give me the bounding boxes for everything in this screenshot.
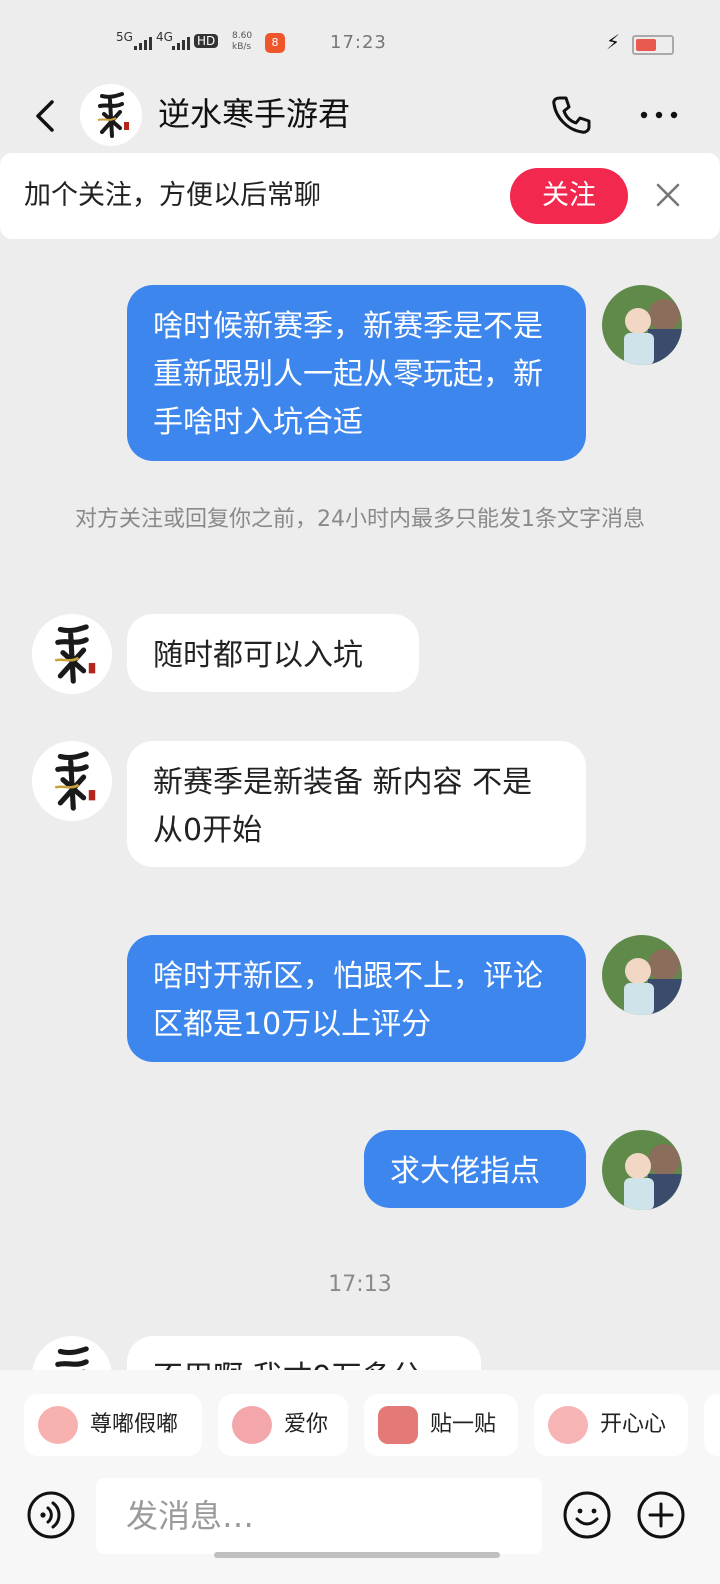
sticker-label: 爱你 — [284, 1412, 329, 1437]
battery-icon — [632, 35, 674, 55]
my-avatar[interactable] — [602, 1130, 682, 1210]
chat-header: 逆水寒手游君 — [0, 80, 720, 152]
sticker-chip[interactable]: 尊嘟假嘟 — [24, 1394, 202, 1456]
net-speed: 8.60 kB/s — [232, 31, 253, 52]
sticker-chip[interactable] — [704, 1394, 720, 1456]
contact-avatar-small[interactable] — [32, 741, 112, 821]
calligraphy-logo-icon — [32, 1336, 112, 1370]
close-icon — [656, 183, 680, 207]
more-actions-button[interactable] — [636, 1490, 686, 1540]
sticker-chip[interactable]: 贴一贴 — [364, 1394, 518, 1456]
contact-name: 逆水寒手游君 — [158, 95, 351, 133]
message-bubble-me[interactable]: 啥时开新区，怕跟不上，评论区都是10万以上评分 — [127, 935, 586, 1062]
user-photo-icon — [602, 935, 682, 1015]
clock: 17:23 — [330, 32, 387, 53]
contact-avatar[interactable] — [80, 84, 142, 146]
plus-icon — [637, 1491, 685, 1539]
sim1-label: 5G — [116, 30, 133, 44]
home-indicator[interactable] — [214, 1552, 500, 1558]
sticker-label: 贴一贴 — [430, 1412, 497, 1437]
sticker-suggestions: 尊嘟假嘟 爱你 贴一贴 开心心 — [0, 1394, 720, 1458]
voice-button[interactable] — [26, 1490, 76, 1540]
composer-area: 尊嘟假嘟 爱你 贴一贴 开心心 — [0, 1370, 720, 1584]
app-notification-icon: 8 — [265, 33, 285, 53]
close-follow-button[interactable] — [648, 175, 688, 215]
heart-pig-sticker-icon — [548, 1406, 588, 1444]
send-limit-notice: 对方关注或回复你之前，24小时内最多只能发1条文字消息 — [75, 507, 645, 532]
message-bubble-me[interactable]: 啥时候新赛季，新赛季是不是重新跟别人一起从零玩起，新手啥时入坑合适 — [127, 285, 586, 461]
voice-icon — [27, 1491, 75, 1539]
user-photo-icon — [602, 285, 682, 365]
bolt-icon: ⚡ — [606, 30, 621, 54]
call-button[interactable] — [548, 92, 594, 138]
message-bubble-them[interactable]: 随时都可以入坑 — [127, 614, 419, 692]
sticker-label: 开心心 — [600, 1412, 667, 1437]
message-timestamp: 17:13 — [328, 1272, 392, 1297]
emoji-button[interactable] — [562, 1490, 612, 1540]
user-photo-icon — [602, 1130, 682, 1210]
chat-clip-area: 不用啊 我才9万多分 — [0, 1330, 720, 1370]
message-bubble-them[interactable]: 新赛季是新装备 新内容 不是从0开始 — [127, 741, 586, 867]
sticker-chip[interactable]: 爱你 — [218, 1394, 348, 1456]
hd-badge: HD — [194, 34, 219, 48]
phone-icon — [552, 96, 591, 134]
calligraphy-logo-icon — [80, 84, 142, 146]
chevron-left-icon — [36, 100, 54, 132]
battery-level — [636, 39, 656, 51]
back-button[interactable] — [28, 92, 64, 140]
contact-avatar-small[interactable] — [32, 1336, 112, 1370]
contact-avatar-small[interactable] — [32, 614, 112, 694]
sim2-label: 4G — [156, 30, 173, 44]
calligraphy-logo-icon — [32, 741, 112, 821]
pig-sticker-icon — [38, 1406, 78, 1444]
message-bubble-me[interactable]: 求大佬指点 — [364, 1130, 586, 1208]
follow-prompt: 加个关注，方便以后常聊 关注 — [0, 153, 720, 239]
sticker-label: 尊嘟假嘟 — [90, 1412, 179, 1437]
follow-button[interactable]: 关注 — [510, 168, 628, 224]
my-avatar[interactable] — [602, 935, 682, 1015]
follow-prompt-text: 加个关注，方便以后常聊 — [24, 180, 321, 211]
calligraphy-logo-icon — [32, 614, 112, 694]
more-button[interactable] — [636, 92, 682, 138]
sticker-chip[interactable]: 开心心 — [534, 1394, 688, 1456]
emoji-icon — [563, 1491, 611, 1539]
signal-icon — [134, 36, 152, 50]
message-input[interactable] — [96, 1478, 542, 1554]
status-bar: 5G 4G HD 8.60 kB/s 8 17:23 ⚡ — [0, 0, 720, 80]
couple-sticker-icon — [378, 1406, 418, 1444]
signal-icon — [172, 36, 190, 50]
more-icon — [640, 111, 678, 119]
my-avatar[interactable] — [602, 285, 682, 365]
message-bubble-them[interactable]: 不用啊 我才9万多分 — [127, 1336, 481, 1370]
pig-love-sticker-icon — [232, 1406, 272, 1444]
